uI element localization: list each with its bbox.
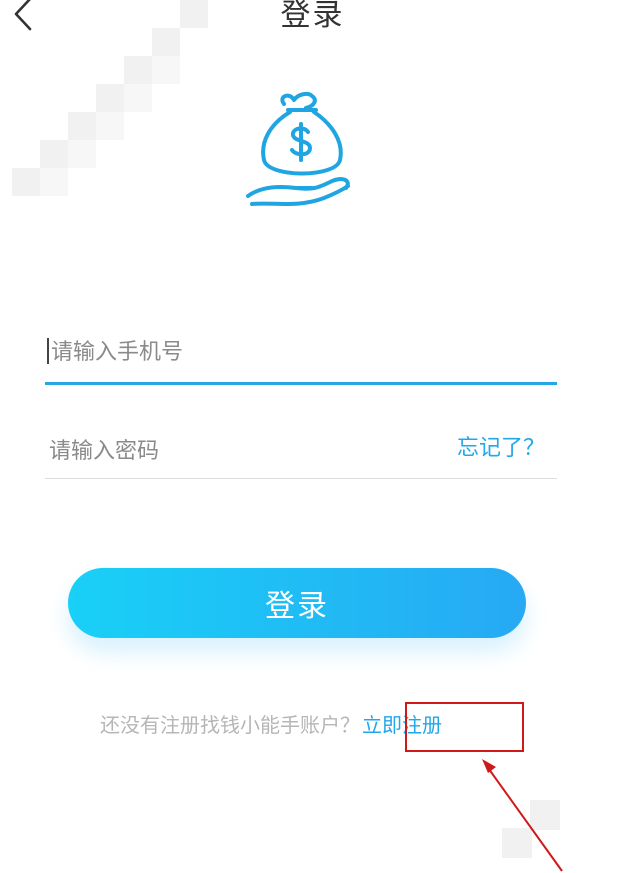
annotation-arrow: [482, 759, 563, 872]
login-button[interactable]: 登录: [68, 568, 526, 638]
password-input[interactable]: [47, 434, 431, 468]
page-title: 登录: [280, 0, 345, 33]
phone-input[interactable]: [49, 335, 553, 369]
register-link[interactable]: 立即注册: [362, 709, 442, 738]
register-prompt-text: 还没有注册找钱小能手账户？: [100, 712, 360, 737]
forgot-password-link[interactable]: 忘记了？: [457, 430, 545, 462]
phone-field[interactable]: [45, 322, 557, 385]
header-bar: 登录: [0, 0, 625, 40]
register-prompt-row: 还没有注册找钱小能手账户？ 立即注册: [100, 706, 442, 740]
money-bag-hand-icon: [246, 91, 350, 206]
password-field[interactable]: 忘记了？: [45, 424, 557, 479]
